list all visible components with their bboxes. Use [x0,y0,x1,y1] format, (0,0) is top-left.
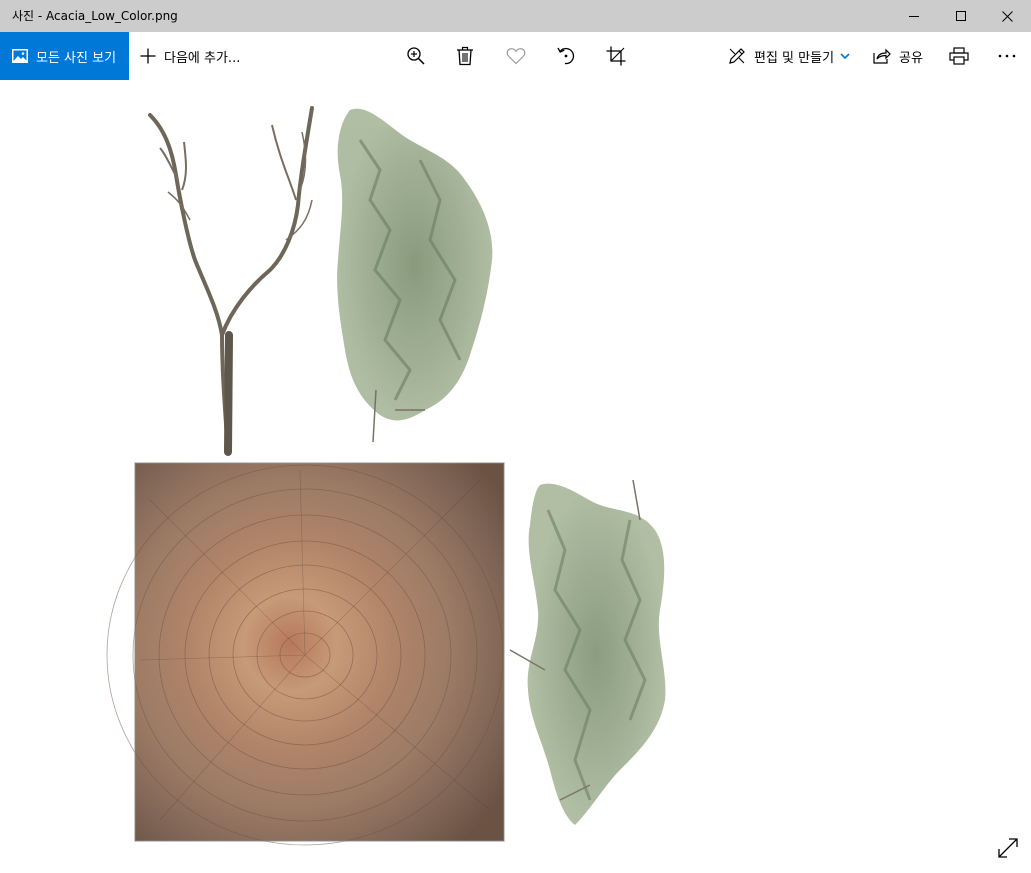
delete-icon [457,46,473,66]
crop-icon [606,46,626,66]
share-button[interactable]: 공유 [873,32,923,80]
title-bar: 사진 - Acacia_Low_Color.png [0,0,1031,32]
window-title: 사진 - Acacia_Low_Color.png [12,9,178,23]
wood-end-grain-texture [106,462,505,846]
zoom-in-icon [407,47,425,65]
see-all-photos-label: 모든 사진 보기 [36,50,117,66]
favorite-icon [506,48,526,65]
print-button[interactable] [947,44,971,68]
photo-viewer[interactable] [0,80,1031,873]
close-icon [1001,10,1013,22]
plus-icon [140,48,156,64]
foliage-texture-2 [509,479,666,825]
rotate-icon [557,47,575,65]
add-to-label: 다음에 추가... [164,50,241,66]
minimize-icon [909,16,919,17]
zoom-button[interactable] [404,44,428,68]
rotate-button[interactable] [554,44,578,68]
share-label: 공유 [899,50,923,66]
edit-and-create-button[interactable]: 편집 및 만들기 [728,32,850,80]
crop-button[interactable] [604,44,628,68]
add-to-button[interactable]: 다음에 추가... [140,32,240,80]
favorite-button[interactable] [504,44,528,68]
foliage-texture-1 [337,108,493,443]
photos-app-window: 사진 - Acacia_Low_Color.png 모든 사진 보기 다음에 추… [0,0,1031,873]
more-options-button[interactable] [995,44,1019,68]
photos-icon [12,49,28,63]
share-icon [873,48,891,64]
delete-button[interactable] [453,44,477,68]
close-button[interactable] [984,0,1030,32]
print-icon [949,47,969,65]
more-icon [998,54,1016,58]
branch-texture [148,106,314,456]
photo-canvas[interactable] [0,80,1031,873]
fullscreen-button[interactable] [997,837,1019,859]
edit-icon [729,48,745,64]
see-all-photos-button[interactable]: 모든 사진 보기 [0,32,129,80]
chevron-down-icon [840,53,850,59]
maximize-icon [956,11,966,21]
maximize-button[interactable] [938,0,984,32]
command-bar: 모든 사진 보기 다음에 추가... 편집 및 만들기 공유 [0,32,1031,80]
edit-and-create-label: 편집 및 만들기 [754,50,835,66]
minimize-button[interactable] [891,0,937,32]
